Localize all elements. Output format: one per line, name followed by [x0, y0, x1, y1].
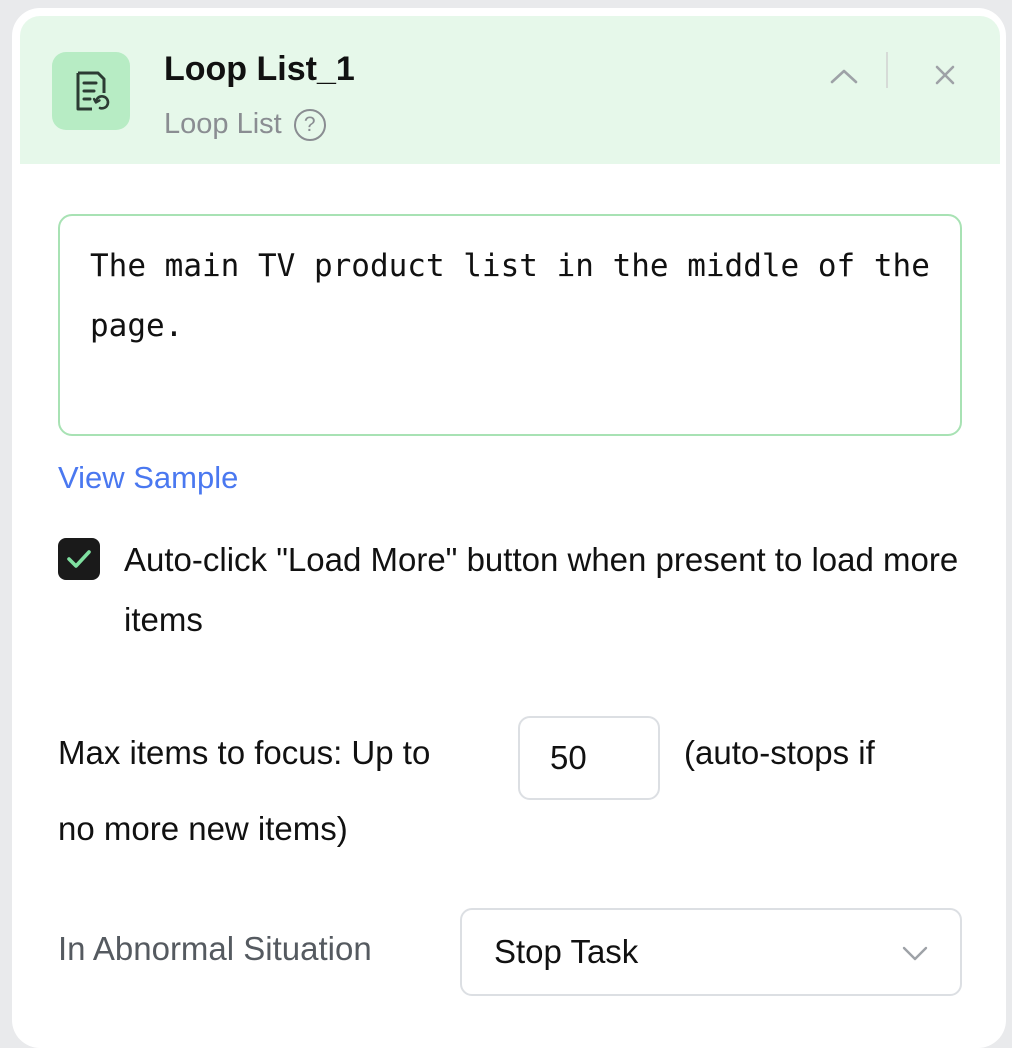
- collapse-button[interactable]: [820, 56, 868, 96]
- auto-click-checkbox[interactable]: [58, 538, 100, 580]
- abnormal-situation-value: Stop Task: [494, 933, 639, 970]
- chevron-up-icon: [830, 69, 858, 84]
- close-icon: [935, 65, 955, 85]
- auto-click-label: Auto-click "Load More" button when prese…: [124, 541, 959, 638]
- max-items-label: Max items to focus: Up to: [58, 734, 431, 771]
- loop-list-icon: [52, 52, 130, 130]
- max-items-suffix: (auto-stops if: [684, 734, 875, 771]
- close-button[interactable]: [922, 52, 968, 98]
- list-description-textarea[interactable]: The main TV product list in the middle o…: [58, 214, 962, 436]
- max-items-input[interactable]: [518, 716, 660, 800]
- abnormal-situation-select[interactable]: Stop Task: [460, 908, 962, 996]
- max-items-row: Max items to focus: Up to (auto-stops if: [58, 716, 958, 800]
- panel-header: Loop List_1 Loop List ?: [20, 16, 1000, 164]
- node-type-row: Loop List ?: [164, 108, 326, 141]
- help-icon[interactable]: ?: [293, 108, 326, 141]
- loop-list-panel: Loop List_1 Loop List ? The main TV prod…: [12, 8, 1006, 1048]
- node-type-label: Loop List: [164, 108, 282, 140]
- node-title: Loop List_1: [164, 50, 355, 88]
- check-icon: [67, 550, 91, 568]
- abnormal-situation-label: In Abnormal Situation: [58, 930, 372, 967]
- view-sample-link[interactable]: View Sample: [58, 460, 238, 496]
- header-divider: [886, 52, 888, 88]
- chevron-down-icon: [900, 938, 930, 968]
- max-items-suffix-continued: no more new items): [58, 810, 348, 847]
